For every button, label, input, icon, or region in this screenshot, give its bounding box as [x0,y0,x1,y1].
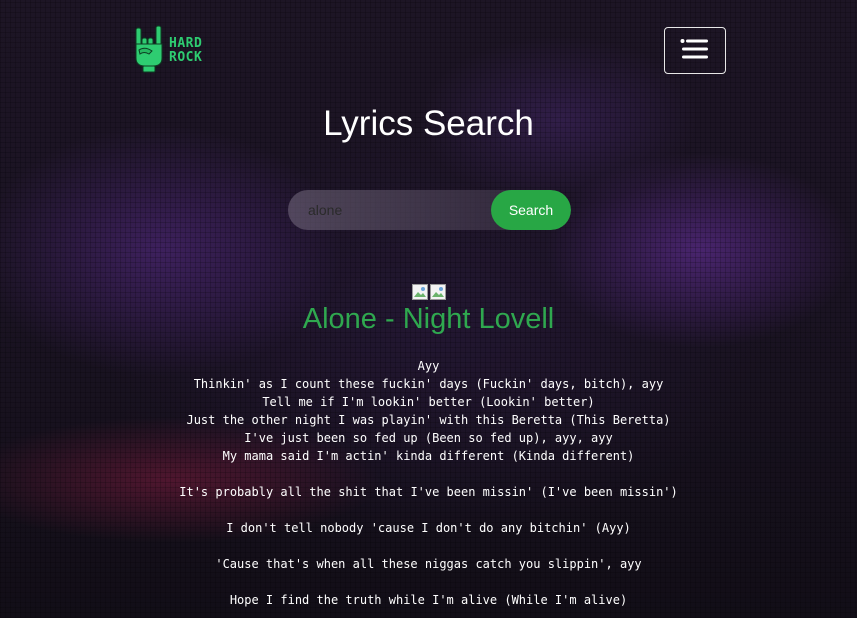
lyric-line: My mama said I'm actin' kinda different … [222,449,635,463]
lyric-line [0,573,857,591]
lyric-line [0,501,857,519]
search-button[interactable]: Search [491,190,571,230]
lyric-line: I don't tell nobody 'cause I don't do an… [226,521,631,535]
lyric-line: It's probably all the shit that I've bee… [179,485,678,499]
logo-text-line2: ROCK [169,50,203,65]
lyric-line: Tell me if I'm lookin' better (Lookin' b… [262,395,595,409]
lyric-line: Hope I find the truth while I'm alive (W… [229,593,628,607]
search-bar: Search [288,190,571,230]
logo-text: HARD ROCK [169,37,202,65]
lyric-line: Thinkin' as I count these fuckin' days (… [193,377,664,391]
search-input[interactable] [288,190,491,230]
logo[interactable]: HARD ROCK [133,24,213,78]
page-title: Lyrics Search [323,104,534,143]
hamburger-menu-icon [680,38,710,64]
lyric-line: Just the other night I was playin' with … [186,413,671,427]
logo-text-line1: HARD [169,36,203,51]
rock-hand-icon [133,24,165,78]
album-images [0,284,857,300]
song-title: Alone - Night Lovell [302,303,555,335]
lyrics: Ayy Thinkin' as I count these fuckin' da… [0,357,857,609]
lyric-line: 'Cause that's when all these niggas catc… [215,557,642,571]
broken-image-icon [429,284,446,300]
lyric-line [0,465,857,483]
lyric-line [0,537,857,555]
lyric-line: I've just been so fed up (Been so fed up… [244,431,613,445]
menu-button[interactable] [664,27,726,74]
broken-image-icon [411,284,428,300]
lyric-line: Ayy [417,359,440,373]
